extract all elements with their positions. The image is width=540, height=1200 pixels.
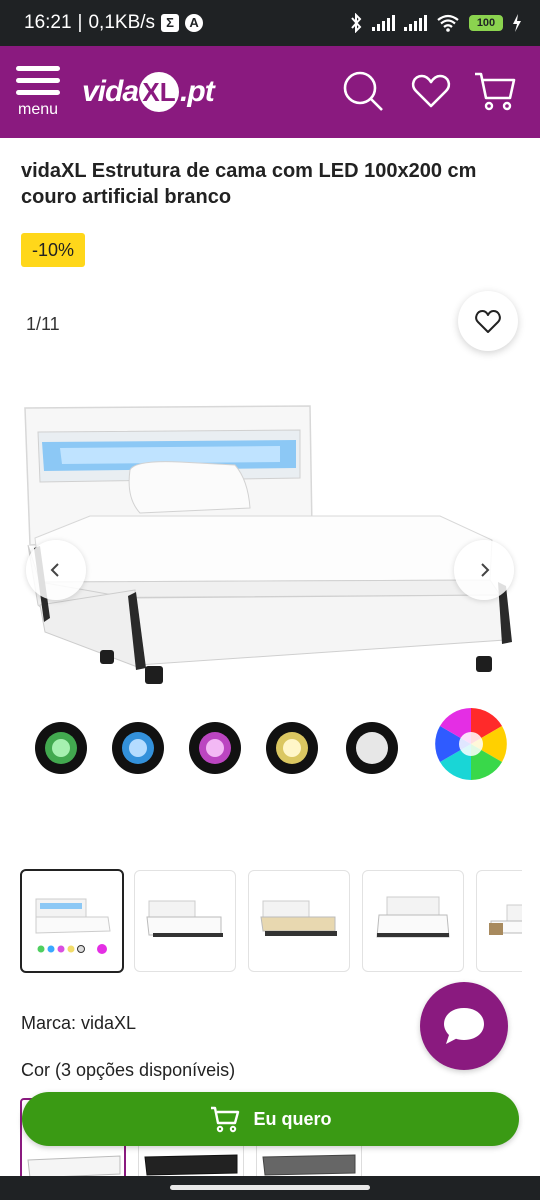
chevron-left-icon [50,563,59,577]
search-icon[interactable] [340,68,386,114]
thumbnail-image [35,898,111,954]
color-options-label: Cor (3 opções disponíveis) [21,1060,236,1080]
wishlist-heart-icon[interactable] [408,68,454,114]
next-image-button[interactable] [454,540,514,600]
bluetooth-icon [351,13,362,33]
status-bar: 16:21 | 0,1KB/s Σ A 100 [0,0,540,46]
sigma-icon: Σ [161,14,180,32]
thumbnail-1[interactable] [20,869,124,973]
buy-button[interactable]: Eu quero [22,1092,519,1146]
menu-button[interactable]: menu [16,66,64,122]
product-title: vidaXL Estrutura de cama com LED 100x200… [21,160,477,208]
image-counter: 1/11 [26,314,60,334]
thumbnail-image [260,900,337,936]
thumbnail-4[interactable] [362,870,464,972]
status-time: 16:21 [24,12,72,33]
site-header: menu vida XL .pt [0,46,540,138]
menu-label: menu [18,101,59,118]
favorite-button[interactable] [458,291,518,351]
thumbnail-5[interactable] [476,870,522,972]
a-icon: A [185,14,204,32]
led-color-swatches [35,708,507,780]
thumbnail-strip [20,869,522,973]
hamburger-icon [16,66,60,71]
heart-icon [475,310,501,333]
cart-icon [211,1106,240,1133]
chevron-right-icon [481,563,490,577]
home-indicator[interactable] [170,1185,370,1190]
signal-icon [372,15,395,31]
navigation-bar [0,1176,540,1200]
thumbnail-2[interactable] [134,870,236,972]
thumbnail-image [146,900,223,937]
chat-button[interactable] [420,982,508,1070]
buy-button-label: Eu quero [253,1108,332,1129]
cart-icon[interactable] [472,68,518,114]
previous-image-button[interactable] [26,540,86,600]
chat-bubble-icon [444,1008,484,1044]
thumbnail-image [489,904,522,935]
charging-icon [513,14,521,32]
brand-label: Marca: vidaXL [21,1013,137,1033]
battery-icon: 100 [469,15,503,31]
wifi-icon [437,14,459,32]
thumbnail-image [376,896,450,938]
product-image [24,405,512,780]
thumbnail-3[interactable] [248,870,350,972]
signal-icon [404,15,427,31]
discount-badge: -10% [21,233,86,267]
network-speed: 0,1KB/s [88,12,156,33]
vidaxl-logo[interactable]: vida XL .pt [82,64,215,120]
